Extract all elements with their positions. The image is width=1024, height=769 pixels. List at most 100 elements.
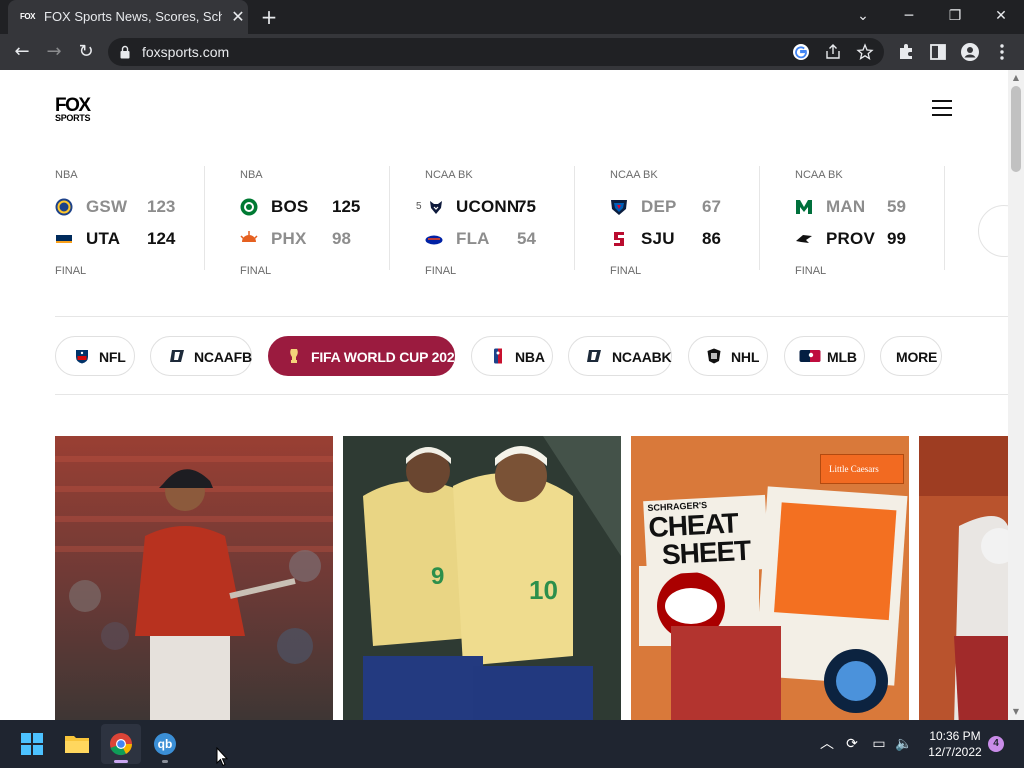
lock-icon [120,45,130,59]
page-scrollbar[interactable]: ▲ ▼ [1008,70,1024,720]
team-abbr: PHX [271,229,307,248]
team-abbr: DEP [641,197,677,216]
suns-logo-icon [240,231,258,242]
forward-button[interactable]: → [42,40,66,64]
score-card[interactable]: NCAA BK 5 UCONN 75 FLA 54 FINAL [416,166,575,282]
windows-start-icon[interactable] [12,724,52,764]
team-row: DEP 67 [610,195,760,219]
scroll-up-icon[interactable]: ▲ [1008,70,1024,86]
mlb-logo-icon [799,350,821,362]
team-score: 86 [702,229,721,248]
team-row: UTA 124 [55,227,205,251]
team-row: BOS 125 [240,195,390,219]
card-divider [944,166,945,270]
team-abbr: PROV [826,229,875,248]
pill-label: NCAABK [612,349,672,365]
score-card[interactable]: NBA BOS 125 PHX 98 FINAL [240,166,390,282]
fox-favicon-icon: FOX [20,12,35,21]
team-score: 98 [332,229,351,248]
team-abbr: GSW [86,197,128,216]
reload-button[interactable]: ↻ [74,40,98,64]
divider [55,394,1008,395]
team-score: 67 [702,197,721,216]
story-card-brazil[interactable]: 9 10 [343,436,621,720]
story-card-football[interactable] [919,436,1008,720]
page-content: FOX SPORTS NBA GSW 123 UTA 124 FINAL NBA [0,70,1008,720]
scores-next-button[interactable] [978,205,1008,257]
nfl-shield-icon [76,350,88,364]
minimize-button[interactable]: ─ [895,4,923,28]
qbittorrent-icon[interactable]: qb [145,724,185,764]
score-card[interactable]: NBA GSW 123 UTA 124 FINAL [55,166,205,282]
tab-foxsports[interactable]: FOX FOX Sports News, Scores, Schedules ✕ [8,0,248,34]
nav-pill-mlb[interactable]: MLB [784,336,865,376]
nav-pill-nhl[interactable]: NHL [688,336,768,376]
team-row: SJU 86 [610,227,760,251]
tab-title: FOX Sports News, Scores, Schedules [44,9,222,24]
google-icon[interactable] [792,43,810,61]
scrollbar-thumb[interactable] [1011,86,1021,172]
story-card-red-sox[interactable] [55,436,333,720]
hamburger-menu-icon[interactable] [932,100,952,116]
clock-date[interactable]: 12/7/2022 [924,745,986,760]
browser-window: FOX FOX Sports News, Scores, Schedules ✕… [0,0,1024,720]
team-row: 5 UCONN 75 [416,195,575,219]
red-sox-batter-photo [55,436,333,720]
celtics-logo-icon [240,198,258,216]
st-johns-logo-icon [614,232,624,246]
close-window-button[interactable]: ✕ [987,4,1015,28]
scroll-down-icon[interactable]: ▼ [1008,704,1024,720]
network-icon[interactable]: ▭ [869,734,889,754]
football-player-photo [919,436,1008,720]
team-row: PROV 99 [795,227,945,251]
back-button[interactable]: ← [10,40,34,64]
clock-time[interactable]: 10:36 PM [924,729,986,744]
ncaa-basketball-icon [587,350,601,362]
restore-button[interactable]: ❐ [941,4,969,28]
game-status: FINAL [240,265,272,277]
bookmark-star-icon[interactable] [856,43,874,61]
card-divider [759,166,760,270]
profile-icon[interactable] [959,41,981,63]
nav-pill-ncaabk[interactable]: NCAABK [568,336,672,376]
team-score: 99 [887,229,906,248]
file-explorer-icon[interactable] [57,724,97,764]
league-label: NBA [55,169,78,181]
volume-icon[interactable]: 🔈 [894,734,914,754]
chrome-icon[interactable] [101,724,141,764]
nav-pill-fifa-world-cup[interactable]: FIFA WORLD CUP 2022™ [268,336,476,376]
active-app-indicator [114,760,128,763]
game-status: FINAL [55,265,87,277]
team-abbr: FLA [456,229,490,248]
tab-close-icon[interactable]: ✕ [230,9,246,25]
warriors-logo-icon [55,198,73,216]
nav-pill-nfl[interactable]: NFL [55,336,135,376]
nba-logo-icon [494,348,502,364]
nav-pill-ncaafb[interactable]: NCAAFB [150,336,252,376]
score-card[interactable]: NCAA BK MAN 59 PROV 99 FINAL [795,166,945,282]
notification-badge[interactable]: 4 [988,736,1004,752]
extensions-icon[interactable] [895,41,917,63]
nav-pill-nba[interactable]: NBA [471,336,553,376]
fox-sports-logo[interactable]: FOX SPORTS [55,96,97,123]
brazil-players-celebrating-photo [343,436,621,720]
more-menu-icon[interactable] [991,41,1013,63]
url-text[interactable]: foxsports.com [142,44,229,60]
uconn-husky-logo-icon [430,201,442,214]
team-row: MAN 59 [795,195,945,219]
address-bar[interactable]: foxsports.com [108,38,884,66]
sync-icon[interactable]: ⟳ [842,734,862,754]
logo-line-2: SPORTS [55,113,91,123]
show-hidden-icons-chevron-icon[interactable]: ︿ [817,734,837,754]
team-score: 59 [887,197,906,216]
nhl-shield-icon [707,348,721,364]
nav-pill-more[interactable]: MORE [880,336,942,376]
score-card[interactable]: NCAA BK DEP 67 SJU 86 FINAL [610,166,760,282]
side-panel-icon[interactable] [927,41,949,63]
tab-search-chevron-icon[interactable]: ⌄ [849,4,877,28]
card-divider [204,166,205,270]
story-card-cheat-sheet[interactable]: Little Caesars SCHRAGER'S CHEAT SHEET [631,436,909,720]
new-tab-button[interactable]: + [258,6,280,28]
share-icon[interactable] [824,43,842,61]
team-abbr: SJU [641,229,675,248]
